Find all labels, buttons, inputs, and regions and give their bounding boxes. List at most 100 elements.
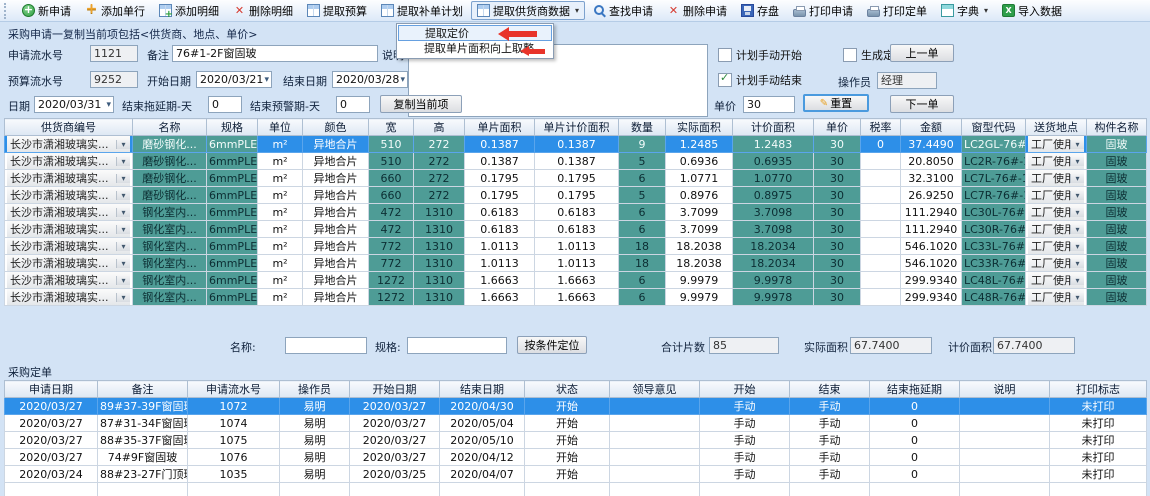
order-row[interactable]: 2020/03/27 87#31-34F窗固玻 1074 易明 2020/03/… xyxy=(5,415,1147,432)
material-row[interactable]: 长沙市潇湘玻璃实...▾ 钢化室内... 6mmPLE... m² 异地合片 4… xyxy=(5,204,1147,221)
supplier-cell[interactable]: 长沙市潇湘玻璃实...▾ xyxy=(5,238,133,255)
material-row[interactable]: 长沙市潇湘玻璃实...▾ 磨砂钢化... 6mmPLE... m² 异地合片 5… xyxy=(5,153,1147,170)
dropdown-arrow-icon[interactable]: ▾ xyxy=(1070,174,1084,183)
dropdown-arrow-icon[interactable]: ▾ xyxy=(116,208,130,217)
print-request-button[interactable]: 打印申请 xyxy=(787,1,859,20)
import-data-button[interactable]: 导入数据 xyxy=(996,1,1068,20)
order-row[interactable]: 2020/03/27 88#35-37F窗固玻 1075 易明 2020/03/… xyxy=(5,432,1147,449)
material-row[interactable]: 长沙市潇湘玻璃实...▾ 钢化室内... 6mmPLE... m² 异地合片 7… xyxy=(5,238,1147,255)
add-line-button[interactable]: 添加单行 xyxy=(79,1,151,20)
extract-supplement-plan-button[interactable]: 提取补单计划 xyxy=(375,1,469,20)
budget-field: 9252 xyxy=(90,71,138,88)
copy-current-button[interactable]: 复制当前项 xyxy=(380,95,462,113)
material-row[interactable]: 长沙市潇湘玻璃实...▾ 钢化室内... 6mmPLE... m² 异地合片 7… xyxy=(5,255,1147,272)
dropdown-arrow-icon[interactable]: ▾ xyxy=(1070,225,1084,234)
order-row[interactable]: 2020/03/27 74#9F窗固玻 1076 易明 2020/03/27 2… xyxy=(5,449,1147,466)
end-date-select[interactable]: 2020/03/28 xyxy=(332,71,408,88)
delivery-cell[interactable]: 工厂使用▾ xyxy=(1026,153,1087,170)
dropdown-arrow-icon[interactable]: ▾ xyxy=(116,242,130,251)
toolbar-label: 提取补单计划 xyxy=(397,3,463,19)
supplier-cell[interactable]: 长沙市潇湘玻璃实...▾ xyxy=(5,187,133,204)
dropdown-arrow-icon[interactable]: ▾ xyxy=(1070,191,1084,200)
material-row[interactable]: 长沙市潇湘玻璃实...▾ 磨砂钢化... 6mmPLE... m² 异地合片 6… xyxy=(5,187,1147,204)
material-row[interactable]: 长沙市潇湘玻璃实...▾ 磨砂钢化... 6mmPLE... m² 异地合片 5… xyxy=(5,136,1147,153)
dropdown-arrow-icon[interactable]: ▾ xyxy=(1070,293,1084,302)
delay-days-input[interactable]: 0 xyxy=(208,96,242,113)
col-header: 规格 xyxy=(207,119,258,136)
delivery-cell[interactable]: 工厂使用▾ xyxy=(1026,238,1087,255)
delivery-cell[interactable]: 工厂使用▾ xyxy=(1026,289,1087,306)
supplier-cell[interactable]: 长沙市潇湘玻璃实...▾ xyxy=(5,272,133,289)
dropdown-arrow-icon[interactable]: ▾ xyxy=(1070,208,1084,217)
dictionary-button[interactable]: 字典▾ xyxy=(935,1,994,20)
dropdown-arrow-icon[interactable]: ▾ xyxy=(116,293,130,302)
leader-opinion-cell xyxy=(610,432,700,449)
add-detail-button[interactable]: 添加明细 xyxy=(153,1,225,20)
status-cell: 开始 xyxy=(525,398,610,415)
unit-price-cell: 30 xyxy=(814,170,861,187)
start-date-select[interactable]: 2020/03/21 xyxy=(196,71,272,88)
delivery-cell[interactable]: 工厂使用▾ xyxy=(1026,136,1087,153)
print-order-button[interactable]: 打印定单 xyxy=(861,1,933,20)
dropdown-arrow-icon[interactable]: ▾ xyxy=(116,140,130,149)
material-row[interactable]: 长沙市潇湘玻璃实...▾ 钢化室内... 6mmPLE... m² 异地合片 1… xyxy=(5,289,1147,306)
delivery-cell[interactable]: 工厂使用▾ xyxy=(1026,272,1087,289)
supplier-cell[interactable]: 长沙市潇湘玻璃实...▾ xyxy=(5,136,133,153)
dropdown-arrow-icon[interactable]: ▾ xyxy=(116,276,130,285)
supplier-cell[interactable]: 长沙市潇湘玻璃实...▾ xyxy=(5,204,133,221)
unit-price-cell: 30 xyxy=(814,204,861,221)
dropdown-arrow-icon[interactable]: ▾ xyxy=(116,259,130,268)
width-cell: 660 xyxy=(369,170,414,187)
dropdown-arrow-icon[interactable]: ▾ xyxy=(116,157,130,166)
delivery-cell[interactable]: 工厂使用▾ xyxy=(1026,221,1087,238)
material-row[interactable]: 长沙市潇湘玻璃实...▾ 钢化室内... 6mmPLE... m² 异地合片 1… xyxy=(5,272,1147,289)
save-button[interactable]: 存盘 xyxy=(735,1,785,20)
supplier-cell[interactable]: 长沙市潇湘玻璃实...▾ xyxy=(5,289,133,306)
order-row[interactable]: 2020/03/24 88#23-27F门顶玻 1035 易明 2020/03/… xyxy=(5,466,1147,483)
quantity-cell: 6 xyxy=(619,221,666,238)
delete-detail-button[interactable]: 删除明细 xyxy=(227,1,299,20)
warn-days-input[interactable]: 0 xyxy=(336,96,370,113)
dropdown-arrow-icon[interactable]: ▾ xyxy=(1070,140,1084,149)
price-area-cell: 1.2483 xyxy=(733,136,814,153)
manual-end-checkbox[interactable]: 计划手动结束 xyxy=(718,72,802,88)
material-row[interactable]: 长沙市潇湘玻璃实...▾ 磨砂钢化... 6mmPLE... m² 异地合片 6… xyxy=(5,170,1147,187)
order-row[interactable]: 2020/03/27 89#37-39F窗固玻 1072 易明 2020/03/… xyxy=(5,398,1147,415)
delivery-cell[interactable]: 工厂使用▾ xyxy=(1026,170,1087,187)
supplier-cell[interactable]: 长沙市潇湘玻璃实...▾ xyxy=(5,255,133,272)
remark-input[interactable]: 76#1-2F窗固玻 xyxy=(172,45,378,62)
unit-price-input[interactable]: 30 xyxy=(743,96,795,113)
end-date-cell: 2020/05/10 xyxy=(440,432,525,449)
material-row[interactable]: 长沙市潇湘玻璃实...▾ 钢化室内... 6mmPLE... m² 异地合片 4… xyxy=(5,221,1147,238)
delivery-cell[interactable]: 工厂使用▾ xyxy=(1026,187,1087,204)
dropdown-arrow-icon[interactable]: ▾ xyxy=(1070,276,1084,285)
next-order-button[interactable]: 下一单 xyxy=(890,95,954,113)
reset-button[interactable]: ✎重置 xyxy=(803,94,869,112)
locate-name-input[interactable] xyxy=(285,337,367,354)
checkbox-label: 计划手动结束 xyxy=(736,72,802,88)
delivery-cell[interactable]: 工厂使用▾ xyxy=(1026,255,1087,272)
dropdown-arrow-icon[interactable]: ▾ xyxy=(1070,242,1084,251)
extract-supplier-data-button[interactable]: 提取供货商数据▾ xyxy=(471,1,585,20)
delivery-cell[interactable]: 工厂使用▾ xyxy=(1026,204,1087,221)
dropdown-arrow-icon[interactable]: ▾ xyxy=(116,225,130,234)
dropdown-arrow-icon[interactable]: ▾ xyxy=(1070,259,1084,268)
locate-by-condition-button[interactable]: 按条件定位 xyxy=(517,336,587,354)
supplier-cell[interactable]: 长沙市潇湘玻璃实...▾ xyxy=(5,170,133,187)
color-cell: 异地合片 xyxy=(303,255,369,272)
new-plus-icon xyxy=(22,4,35,17)
new-request-button[interactable]: 新申请 xyxy=(16,1,77,20)
extract-budget-button[interactable]: 提取预算 xyxy=(301,1,373,20)
supplier-cell[interactable]: 长沙市潇湘玻璃实...▾ xyxy=(5,153,133,170)
dropdown-arrow-icon[interactable]: ▾ xyxy=(116,174,130,183)
dropdown-arrow-icon[interactable]: ▾ xyxy=(116,191,130,200)
prev-order-button[interactable]: 上一单 xyxy=(890,44,954,62)
excel-import-icon xyxy=(1002,4,1015,17)
manual-start-checkbox[interactable]: 计划手动开始 xyxy=(718,47,802,63)
date-select[interactable]: 2020/03/31 xyxy=(34,96,114,113)
dropdown-arrow-icon[interactable]: ▾ xyxy=(1070,157,1084,166)
delete-request-button[interactable]: 删除申请 xyxy=(661,1,733,20)
find-request-button[interactable]: 查找申请 xyxy=(587,1,659,20)
locate-spec-input[interactable] xyxy=(407,337,507,354)
supplier-cell[interactable]: 长沙市潇湘玻璃实...▾ xyxy=(5,221,133,238)
